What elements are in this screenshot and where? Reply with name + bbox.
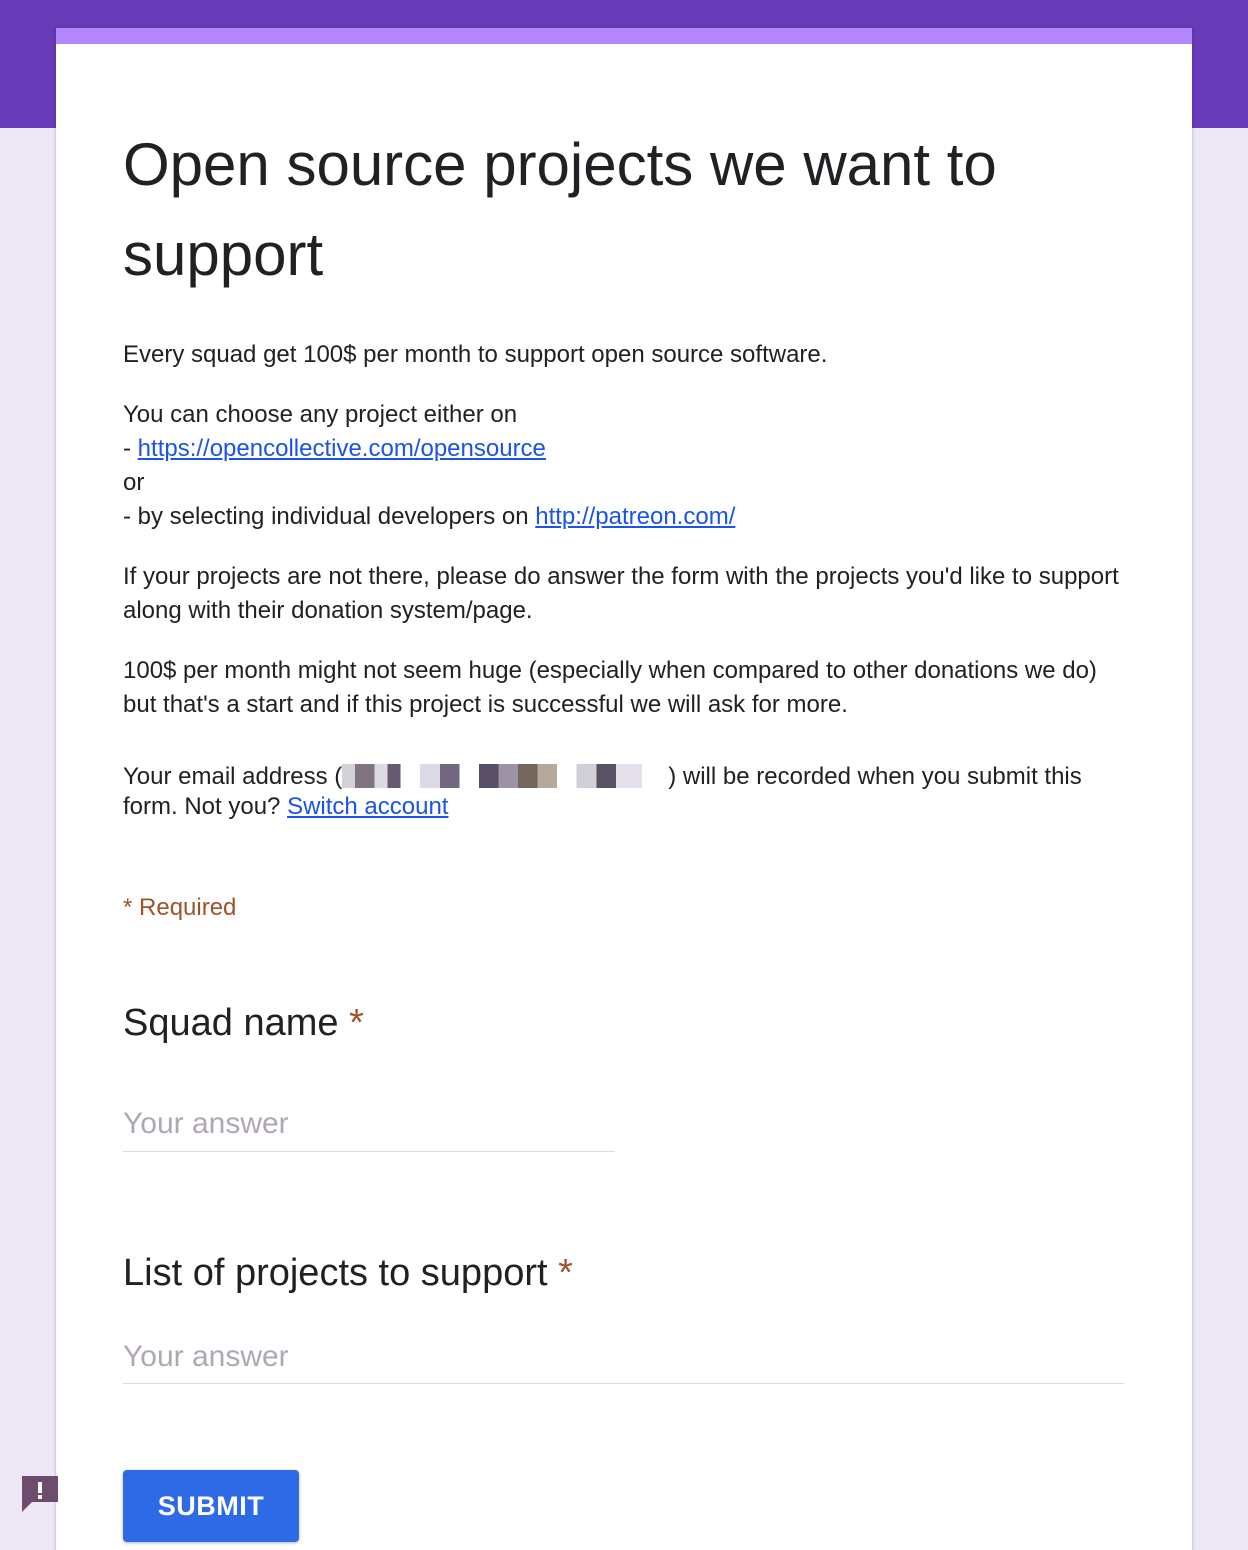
- submit-button[interactable]: SUBMIT: [123, 1470, 299, 1542]
- description-dash: -: [123, 435, 138, 462]
- description-paragraph-2: You can choose any project either on - h…: [123, 398, 1133, 534]
- required-star: *: [558, 1252, 573, 1294]
- question-projects-label: List of projects to support *: [123, 1252, 573, 1295]
- description-intro: You can choose any project either on: [123, 401, 518, 428]
- description-paragraph-3: If your projects are not there, please d…: [123, 563, 1119, 624]
- form-description: Every squad get 100$ per month to suppor…: [123, 338, 1133, 748]
- squad-name-input[interactable]: [123, 1104, 615, 1152]
- question-squad-name-label: Squad name *: [123, 1002, 364, 1045]
- email-prefix: Your email address (: [123, 763, 343, 790]
- form-card: Open source projects we want to support …: [56, 28, 1192, 1550]
- projects-list-input[interactable]: [123, 1338, 1124, 1384]
- switch-account-link[interactable]: Switch account: [287, 793, 448, 820]
- redacted-email: [342, 764, 669, 788]
- email-notice: Your email address () will be recorded w…: [123, 762, 1133, 822]
- required-note: * Required: [123, 894, 237, 921]
- form-title: Open source projects we want to support: [123, 131, 997, 288]
- patreon-link[interactable]: http://patreon.com/: [535, 503, 735, 530]
- description-paragraph-4: 100$ per month might not seem huge (espe…: [123, 657, 1097, 718]
- opencollective-link[interactable]: https://opencollective.com/opensource: [138, 435, 546, 462]
- description-patreon-text: - by selecting individual developers on: [123, 503, 536, 530]
- question-label-text: List of projects to support: [123, 1252, 548, 1294]
- report-feedback-icon[interactable]: [18, 1472, 62, 1516]
- question-label-text: Squad name: [123, 1002, 339, 1044]
- description-or: or: [123, 469, 145, 496]
- required-star: *: [349, 1002, 364, 1044]
- description-paragraph-1: Every squad get 100$ per month to suppor…: [123, 341, 828, 368]
- card-accent-bar: [56, 28, 1192, 44]
